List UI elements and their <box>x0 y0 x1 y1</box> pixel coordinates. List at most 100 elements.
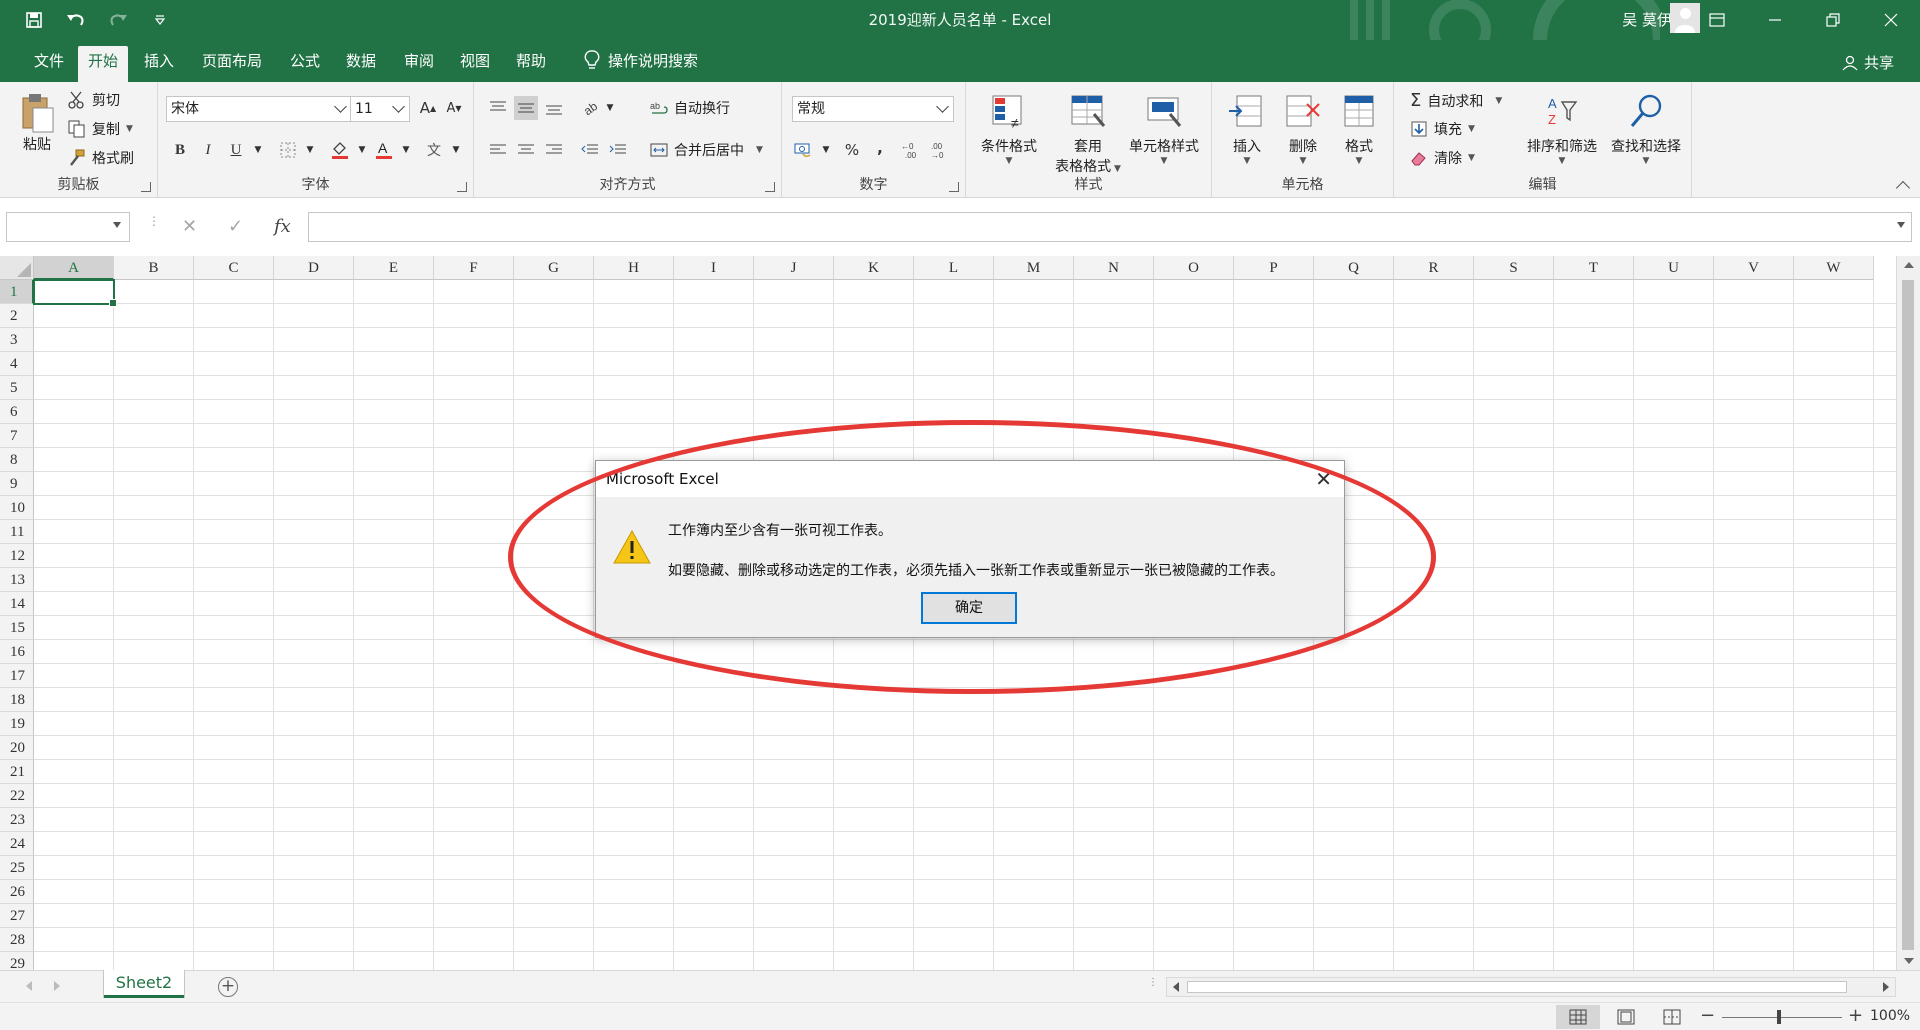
prev-sheet-icon[interactable] <box>26 981 32 991</box>
column-header-g[interactable]: G <box>514 256 594 280</box>
fill-color-dropdown-icon[interactable]: ▼ <box>350 138 374 162</box>
format-painter-button[interactable]: 格式刷 <box>68 148 134 168</box>
zoom-slider[interactable] <box>1722 1017 1842 1018</box>
autosum-button[interactable]: Σ 自动求和 ▼ <box>1410 90 1502 111</box>
row-header-3[interactable]: 3 <box>0 328 34 352</box>
new-sheet-icon[interactable]: + <box>218 977 238 997</box>
tab-data[interactable]: 数据 <box>336 50 386 82</box>
cancel-entry-icon[interactable]: ✕ <box>182 216 197 237</box>
shrink-font-button[interactable]: A ▼ <box>442 96 466 120</box>
row-header-5[interactable]: 5 <box>0 376 34 400</box>
row-header-27[interactable]: 27 <box>0 904 34 928</box>
row-header-2[interactable]: 2 <box>0 304 34 328</box>
row-header-6[interactable]: 6 <box>0 400 34 424</box>
scroll-down-icon[interactable] <box>1904 958 1914 964</box>
row-header-17[interactable]: 17 <box>0 664 34 688</box>
row-header-8[interactable]: 8 <box>0 448 34 472</box>
align-middle-icon[interactable] <box>514 96 538 120</box>
copy-button[interactable]: 复制 ▼ <box>68 119 133 139</box>
tab-file[interactable]: 文件 <box>24 50 74 82</box>
row-header-15[interactable]: 15 <box>0 616 34 640</box>
increase-indent-icon[interactable] <box>606 138 630 162</box>
tab-insert[interactable]: 插入 <box>134 50 184 82</box>
wrap-text-button[interactable]: ab 自动换行 <box>650 98 730 118</box>
minimize-icon[interactable] <box>1746 0 1804 40</box>
font-name-combo[interactable]: 宋体 <box>166 96 352 122</box>
scroll-left-icon[interactable] <box>1173 982 1179 992</box>
underline-button[interactable]: U <box>224 138 248 162</box>
align-center-icon[interactable] <box>514 138 538 162</box>
clipboard-launcher-icon[interactable] <box>141 182 151 192</box>
merge-center-button[interactable]: 合并后居中 ▼ <box>650 140 763 160</box>
number-format-combo[interactable]: 常规 <box>792 96 954 122</box>
row-header-25[interactable]: 25 <box>0 856 34 880</box>
vertical-scroll-thumb[interactable] <box>1902 280 1914 950</box>
accounting-dropdown-icon[interactable]: ▼ <box>814 138 838 162</box>
border-icon[interactable] <box>276 138 300 162</box>
column-header-k[interactable]: K <box>834 256 914 280</box>
sort-filter-button[interactable]: AZ 排序和筛选 ▼ <box>1520 92 1604 166</box>
format-cells-button[interactable]: 格式 ▼ <box>1332 92 1386 166</box>
row-header-18[interactable]: 18 <box>0 688 34 712</box>
align-bottom-icon[interactable] <box>542 96 566 120</box>
column-header-l[interactable]: L <box>914 256 994 280</box>
column-header-u[interactable]: U <box>1634 256 1714 280</box>
column-header-n[interactable]: N <box>1074 256 1154 280</box>
comma-button[interactable]: , <box>868 136 892 160</box>
align-left-icon[interactable] <box>486 138 510 162</box>
row-header-26[interactable]: 26 <box>0 880 34 904</box>
horizontal-split-grip-icon[interactable]: ⋮ <box>1148 978 1158 988</box>
column-header-o[interactable]: O <box>1154 256 1234 280</box>
cell-styles-button[interactable]: 单元格样式 ▼ <box>1122 92 1206 166</box>
column-header-t[interactable]: T <box>1554 256 1634 280</box>
row-header-1[interactable]: 1 <box>0 280 34 304</box>
format-as-table-button[interactable]: 套用 表格格式 ▼ <box>1046 92 1130 176</box>
select-all-button[interactable] <box>0 256 34 280</box>
row-header-24[interactable]: 24 <box>0 832 34 856</box>
ok-button[interactable]: 确定 <box>921 592 1017 624</box>
tab-page-layout[interactable]: 页面布局 <box>192 50 272 82</box>
column-header-j[interactable]: J <box>754 256 834 280</box>
align-top-icon[interactable] <box>486 96 510 120</box>
font-color-dropdown-icon[interactable]: ▼ <box>394 138 418 162</box>
column-header-h[interactable]: H <box>594 256 674 280</box>
zoom-out-button[interactable]: − <box>1700 1005 1715 1026</box>
active-cell[interactable] <box>33 279 117 307</box>
column-header-v[interactable]: V <box>1714 256 1794 280</box>
column-header-i[interactable]: I <box>674 256 754 280</box>
row-header-20[interactable]: 20 <box>0 736 34 760</box>
fill-button[interactable]: 填充 ▼ <box>1410 119 1475 139</box>
expand-formula-bar-icon[interactable] <box>1897 222 1905 228</box>
row-header-14[interactable]: 14 <box>0 592 34 616</box>
conditional-format-button[interactable]: ≠ 条件格式 ▼ <box>974 92 1044 166</box>
alignment-launcher-icon[interactable] <box>765 182 775 192</box>
column-header-a[interactable]: A <box>34 256 114 280</box>
restore-icon[interactable] <box>1804 0 1862 40</box>
horizontal-scrollbar[interactable] <box>1166 977 1896 997</box>
row-header-16[interactable]: 16 <box>0 640 34 664</box>
formula-input[interactable] <box>308 212 1912 242</box>
find-select-button[interactable]: 查找和选择 ▼ <box>1604 92 1688 166</box>
zoom-level[interactable]: 100% <box>1870 1008 1910 1024</box>
tell-me-search[interactable]: 操作说明搜索 <box>574 50 708 82</box>
fill-color-icon[interactable] <box>328 138 352 162</box>
column-header-s[interactable]: S <box>1474 256 1554 280</box>
next-sheet-icon[interactable] <box>54 981 60 991</box>
name-box-dropdown-icon[interactable] <box>113 222 121 228</box>
horizontal-scroll-thumb[interactable] <box>1187 981 1847 993</box>
grow-font-button[interactable]: A ▲ <box>416 96 440 120</box>
row-header-23[interactable]: 23 <box>0 808 34 832</box>
column-header-m[interactable]: M <box>994 256 1074 280</box>
phonetic-dropdown-icon[interactable]: ▼ <box>444 138 468 162</box>
accounting-icon[interactable] <box>792 138 816 162</box>
scroll-up-icon[interactable] <box>1904 262 1914 268</box>
confirm-entry-icon[interactable]: ✓ <box>228 216 243 237</box>
percent-button[interactable]: % <box>840 138 864 162</box>
tab-home[interactable]: 开始 <box>78 46 129 82</box>
column-header-d[interactable]: D <box>274 256 354 280</box>
ribbon-display-icon[interactable] <box>1688 0 1746 40</box>
row-header-12[interactable]: 12 <box>0 544 34 568</box>
row-header-13[interactable]: 13 <box>0 568 34 592</box>
row-header-19[interactable]: 19 <box>0 712 34 736</box>
page-break-view-icon[interactable] <box>1650 1005 1694 1029</box>
